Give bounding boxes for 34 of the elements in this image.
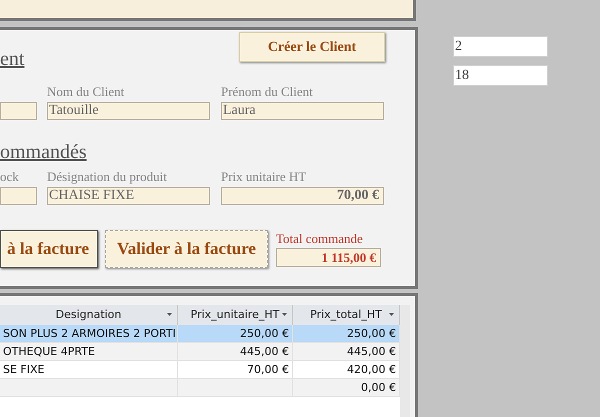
table-row[interactable]: 0,00 €	[0, 379, 400, 397]
dropdown-arrow-icon[interactable]	[389, 313, 394, 316]
add-to-invoice-button[interactable]: à la facture	[0, 230, 98, 268]
total-field: 1 115,00 €	[276, 248, 381, 267]
input-field[interactable]: CHAISE FIXE	[47, 187, 210, 205]
table-cell: SON PLUS 2 ARMOIRES 2 PORTI	[0, 325, 178, 342]
scrollbar[interactable]	[400, 305, 410, 417]
input-field[interactable]: 18	[453, 65, 548, 86]
table-row[interactable]: SE FIXE 70,00 € 420,00 €	[0, 361, 400, 379]
table-cell: 250,00 €	[178, 325, 293, 342]
section-heading: ommandés	[0, 141, 87, 163]
input-field[interactable]	[0, 187, 37, 205]
input-field[interactable]: Laura	[221, 102, 384, 120]
table-cell: 70,00 €	[178, 361, 293, 378]
field-label: Désignation du produit	[47, 169, 168, 185]
field-label: ock	[0, 169, 20, 185]
table-cell: 445,00 €	[178, 343, 293, 360]
field-label: Nom du Client	[47, 84, 126, 100]
input-field[interactable]: Tatouille	[47, 102, 210, 120]
input-field[interactable]: 2	[453, 36, 548, 57]
create-client-button[interactable]: Créer le Client	[239, 32, 385, 62]
section-heading: ent	[0, 48, 26, 70]
input-field[interactable]	[0, 102, 37, 120]
dropdown-arrow-icon[interactable]	[167, 313, 172, 316]
table-row[interactable]: SON PLUS 2 ARMOIRES 2 PORTI 250,00 € 250,00 €	[0, 325, 400, 343]
table-cell: OTHEQUE 4PRTE	[0, 343, 178, 360]
table-cell: SE FIXE	[0, 361, 178, 378]
field-label: Prix unitaire HT	[221, 169, 308, 185]
total-label: Total commande	[276, 231, 364, 247]
validate-invoice-button[interactable]: Valider à la facture	[105, 230, 268, 268]
input-field[interactable]: 70,00 €	[221, 187, 384, 205]
field-label: Prénom du Client	[221, 84, 314, 100]
table-row[interactable]: OTHEQUE 4PRTE 445,00 € 445,00 €	[0, 343, 400, 361]
dropdown-arrow-icon[interactable]	[282, 313, 287, 316]
